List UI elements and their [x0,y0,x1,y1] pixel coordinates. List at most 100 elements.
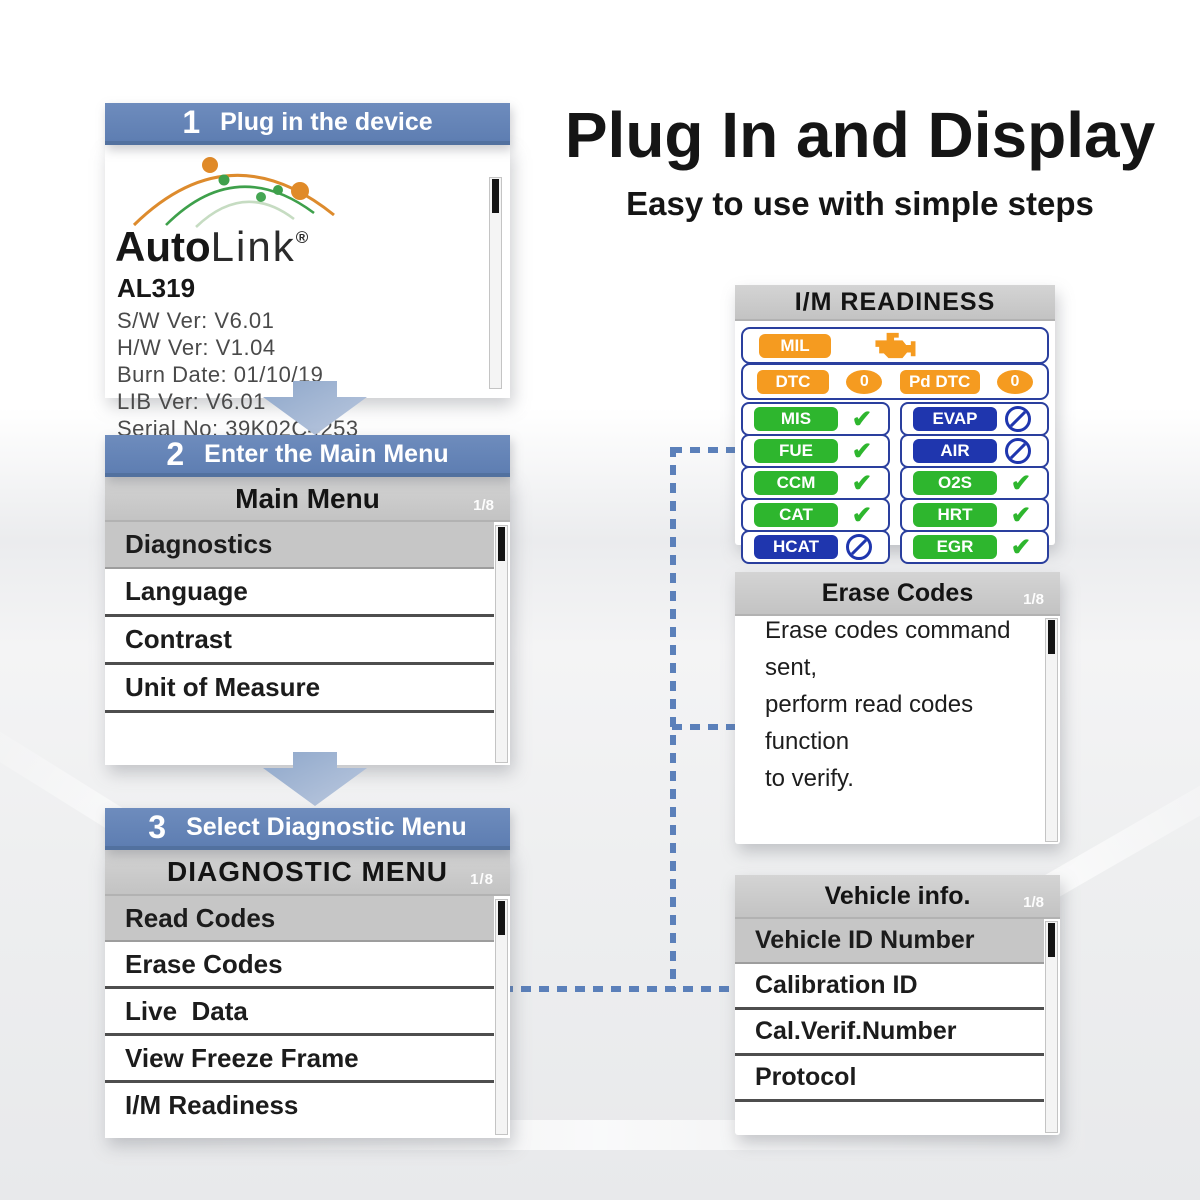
page-title: Plug In and Display [560,98,1160,172]
vehicle-info-scrollbar[interactable] [1045,921,1058,1133]
monitor-row-ccm: CCM [741,466,890,500]
monitor-row-fue: FUE [741,434,890,468]
step1-device-screen: AutoLink® AL319 S/W Ver: V6.01 H/W Ver: … [105,145,510,398]
menu-item-calibration-id[interactable]: Calibration ID [735,964,1044,1010]
vehicle-info-title-bar: Vehicle info. 1/8 [735,875,1060,919]
monitor-row-hrt: HRT [900,498,1049,532]
diagnostic-menu-page-indicator: 1/8 [470,871,494,888]
autolink-brand-text: AutoLink® [115,223,308,271]
connector-to-vehicle-info [503,986,736,992]
main-menu-screen: Main Menu 1/8 Diagnostics Language Contr… [105,477,510,765]
monitor-column-right: EVAP AIR O2S HRT EGR [900,404,1049,564]
monitor-row-hcat: HCAT [741,530,890,564]
main-menu-scrollbar[interactable] [495,525,508,763]
main-menu-scrollbar-thumb[interactable] [498,527,505,561]
down-arrow-icon [255,752,375,806]
device-info-line: S/W Ver: V6.01 [117,307,359,334]
monitor-row-cat: CAT [741,498,890,532]
menu-item-view-freeze-frame[interactable]: View Freeze Frame [105,1036,494,1083]
step1-number: 1 [182,104,200,141]
step2-header: 2 Enter the Main Menu [105,435,510,477]
step3-number: 3 [148,809,166,846]
menu-item-language[interactable]: Language [105,569,494,617]
step1-header: 1 Plug in the device [105,103,510,145]
status-check-icon [852,437,872,466]
main-menu-title-bar: Main Menu 1/8 [105,477,510,522]
step1-scrollbar[interactable] [489,177,502,389]
status-check-icon [852,469,872,498]
step3-header: 3 Select Diagnostic Menu [105,808,510,850]
menu-item-read-codes[interactable]: Read Codes [105,896,494,942]
monitor-row-o2s: O2S [900,466,1049,500]
erase-codes-page-indicator: 1/8 [1023,591,1044,608]
menu-item-vehicle-id-number[interactable]: Vehicle ID Number [735,919,1044,964]
menu-item-cal-verif-number[interactable]: Cal.Verif.Number [735,1010,1044,1056]
vehicle-info-list: Vehicle ID Number Calibration ID Cal.Ver… [735,919,1060,1102]
erase-codes-scrollbar-thumb[interactable] [1048,620,1055,654]
monitor-row-mis: MIS [741,402,890,436]
mil-pill: MIL [759,334,831,358]
vehicle-info-title: Vehicle info. [825,882,971,911]
menu-item-live-data[interactable]: Live Data [105,989,494,1036]
step1-scrollbar-thumb[interactable] [492,179,499,213]
status-na-icon [1005,438,1031,464]
status-check-icon [852,501,872,530]
pd-dtc-count: 0 [997,370,1033,394]
im-readiness-screen: I/M READINESS MIL DTC 0 Pd DTC 0 MIS FUE [735,285,1055,545]
step1-label: Plug in the device [220,108,433,137]
status-check-icon [1011,469,1031,498]
menu-item-contrast[interactable]: Contrast [105,617,494,665]
diagnostic-menu-screen: DIAGNOSTIC MENU 1/8 Read Codes Erase Cod… [105,850,510,1138]
im-readiness-title-bar: I/M READINESS [735,285,1055,321]
step2-label: Enter the Main Menu [204,440,448,469]
dtc-count: 0 [846,370,882,394]
page-subtitle: Easy to use with simple steps [560,185,1160,223]
erase-codes-message-line: to verify. [765,760,1060,797]
mil-row: MIL [741,327,1049,364]
device-model: AL319 [117,273,195,304]
status-check-icon [852,405,872,434]
pd-dtc-pill: Pd DTC [900,370,980,394]
erase-codes-message-line: perform read codes function [765,686,1060,760]
status-check-icon [1011,533,1031,562]
monitor-column-left: MIS FUE CCM CAT HCAT [741,404,890,564]
main-menu-page-indicator: 1/8 [473,497,494,514]
erase-codes-title: Erase Codes [822,579,973,608]
diagnostic-menu-scrollbar[interactable] [495,899,508,1135]
menu-item-diagnostics[interactable]: Diagnostics [105,522,494,569]
diagnostic-menu-title-bar: DIAGNOSTIC MENU 1/8 [105,850,510,896]
dtc-row: DTC 0 Pd DTC 0 [741,363,1049,400]
status-na-icon [1005,406,1031,432]
diagnostic-menu-list: Read Codes Erase Codes Live Data View Fr… [105,896,510,1127]
infographic-canvas: Plug In and Display Easy to use with sim… [0,0,1200,1200]
monitor-row-air: AIR [900,434,1049,468]
dtc-pill: DTC [757,370,829,394]
diagnostic-menu-scrollbar-thumb[interactable] [498,901,505,935]
engine-icon [873,332,917,359]
vehicle-info-page-indicator: 1/8 [1023,894,1044,911]
monitor-table: MIS FUE CCM CAT HCAT [741,404,1049,564]
step2-number: 2 [166,436,184,473]
menu-item-erase-codes[interactable]: Erase Codes [105,942,494,989]
menu-item-im-readiness[interactable]: I/M Readiness [105,1083,494,1127]
step3-label: Select Diagnostic Menu [186,813,467,842]
monitor-row-evap: EVAP [900,402,1049,436]
status-na-icon [846,534,872,560]
diagnostic-menu-title: DIAGNOSTIC MENU [167,856,448,888]
vehicle-info-scrollbar-thumb[interactable] [1048,923,1055,957]
erase-codes-scrollbar[interactable] [1045,618,1058,842]
connector-to-erase-codes [672,724,736,730]
connector-vertical-line [670,447,676,992]
erase-codes-screen: Erase Codes 1/8 Erase codes command sent… [735,572,1060,844]
status-check-icon [1011,501,1031,530]
vehicle-info-screen: Vehicle info. 1/8 Vehicle ID Number Cali… [735,875,1060,1135]
menu-item-protocol[interactable]: Protocol [735,1056,1044,1102]
main-menu-title: Main Menu [235,483,380,515]
im-readiness-title: I/M READINESS [795,288,996,317]
menu-item-unit-of-measure[interactable]: Unit of Measure [105,665,494,713]
erase-codes-message-line: Erase codes command sent, [765,612,1060,686]
main-menu-list: Diagnostics Language Contrast Unit of Me… [105,522,510,713]
erase-codes-message: Erase codes command sent, perform read c… [765,612,1060,797]
monitor-row-egr: EGR [900,530,1049,564]
connector-to-im-readiness [672,447,736,453]
